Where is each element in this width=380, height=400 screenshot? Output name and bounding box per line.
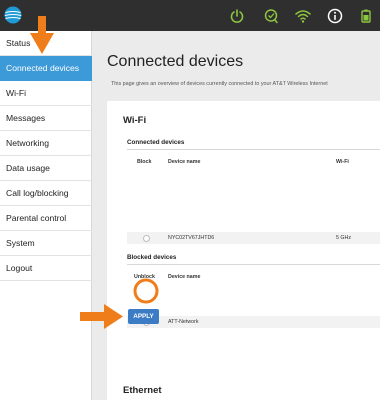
wifi-column-header: Wi-Fi [336,159,349,165]
device-name-cell: ATT-Network [168,319,199,325]
sidebar-item-connected-devices[interactable]: Connected devices [0,56,92,81]
device-name-column-header: Device name [168,274,201,280]
connected-devices-subtitle: Connected devices [127,139,185,146]
sidebar-item-logout[interactable]: Logout [0,256,92,281]
wifi-signal-icon[interactable] [295,8,311,24]
block-radio[interactable] [143,235,150,242]
att-logo-icon[interactable] [4,6,22,24]
page-description: This page gives an overview of devices c… [111,81,328,87]
sidebar-item-data-usage[interactable]: Data usage [0,156,92,181]
sidebar-item-wifi[interactable]: Wi-Fi [0,81,92,106]
sidebar-item-messages[interactable]: Messages [0,106,92,131]
info-icon[interactable] [327,8,343,24]
ethernet-section-title: Ethernet [123,385,162,396]
device-name-column-header: Device name [168,159,201,165]
sidebar-item-networking[interactable]: Networking [0,131,92,156]
wifi-section-title: Wi-Fi [123,115,147,126]
block-column-header: Block [137,159,152,165]
divider [127,264,380,265]
unblock-column-header: Unblock [134,274,155,280]
wifi-band-cell: 5 GHz [336,235,352,241]
battery-icon[interactable] [358,8,374,24]
table-row [127,316,380,328]
blocked-devices-subtitle: Blocked devices [127,254,177,261]
sidebar: Status Connected devices Wi-Fi Messages … [0,31,92,400]
sidebar-item-parental-control[interactable]: Parental control [0,206,92,231]
power-icon[interactable] [229,8,245,24]
top-bar [0,0,380,31]
device-name-cell: NYC02TV67JHTD6 [168,235,215,241]
page-title: Connected devices [107,53,244,70]
sidebar-item-call-log-blocking[interactable]: Call log/blocking [0,181,92,206]
apply-button[interactable]: APPLY [128,309,159,324]
ethernet-card: Ethernet [107,369,380,400]
wifi-card: Wi-Fi Connected devices Block Device nam… [107,101,380,382]
sidebar-item-status[interactable]: Status [0,31,92,56]
main-content: Connected devices This page gives an ove… [93,31,380,400]
sidebar-item-system[interactable]: System [0,231,92,256]
divider [127,149,380,150]
chat-icon[interactable] [263,8,279,24]
